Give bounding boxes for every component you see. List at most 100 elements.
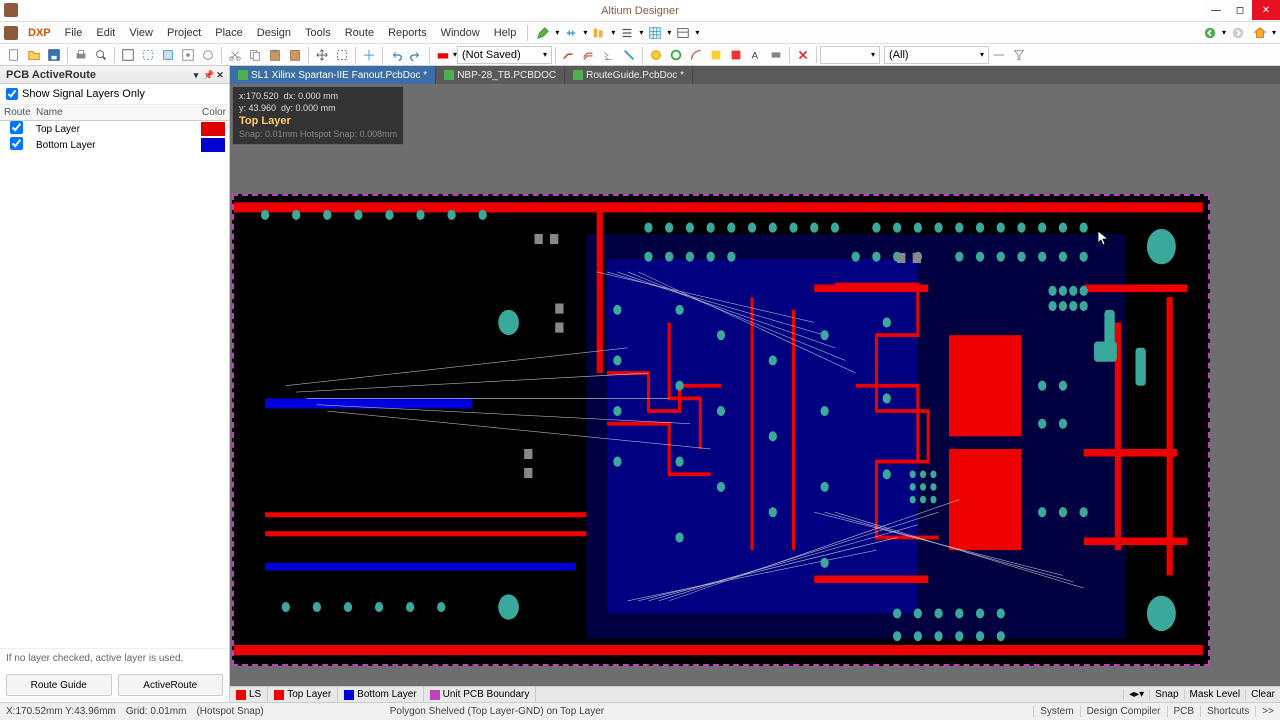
save-icon[interactable] <box>45 46 63 64</box>
layer-tab-boundary[interactable]: Unit PCB Boundary <box>424 687 537 703</box>
filter-apply-icon[interactable] <box>990 46 1008 64</box>
layer-bottom-checkbox[interactable] <box>10 137 23 150</box>
panel-pin-icon[interactable]: 📌 <box>203 70 213 80</box>
nav-back-icon[interactable] <box>1201 24 1219 42</box>
menu-reports[interactable]: Reports <box>382 25 433 41</box>
tab-nbp[interactable]: NBP-28_TB.PCBDOC <box>436 66 565 84</box>
maximize-button[interactable]: ◻ <box>1228 0 1252 20</box>
string-icon[interactable]: A <box>747 46 765 64</box>
panel-close-icon[interactable]: ✕ <box>215 70 225 80</box>
close-button[interactable]: ✕ <box>1252 0 1280 20</box>
menu-project[interactable]: Project <box>161 25 207 41</box>
separator <box>816 47 817 63</box>
open-icon[interactable] <box>25 46 43 64</box>
tool-connector-icon[interactable] <box>562 24 580 42</box>
tool-b-icon[interactable] <box>199 46 217 64</box>
filter-clear-icon[interactable] <box>1010 46 1028 64</box>
panel-title: PCB ActiveRoute <box>6 69 96 81</box>
tool-pencil-icon[interactable] <box>534 24 552 42</box>
paste-icon[interactable] <box>266 46 284 64</box>
route-diff-icon[interactable] <box>580 46 598 64</box>
layer-top-name: Top Layer <box>32 124 201 135</box>
route-multi-icon[interactable] <box>600 46 618 64</box>
poly-icon[interactable] <box>727 46 745 64</box>
panel-system-button[interactable]: System <box>1033 706 1079 717</box>
zoom-area-icon[interactable] <box>139 46 157 64</box>
status-grid: Grid: 0.01mm <box>126 706 187 717</box>
tool-a-icon[interactable] <box>179 46 197 64</box>
move-icon[interactable] <box>313 46 331 64</box>
layer-row-top[interactable]: Top Layer <box>0 121 229 137</box>
undo-icon[interactable] <box>387 46 405 64</box>
pcb-doc-icon <box>573 70 583 80</box>
layer-sel-icon[interactable] <box>434 46 452 64</box>
select-icon[interactable] <box>333 46 351 64</box>
menu-edit[interactable]: Edit <box>90 25 121 41</box>
layer-stack-button[interactable]: LS <box>230 687 268 703</box>
arc-icon[interactable] <box>687 46 705 64</box>
layer-tab-top[interactable]: Top Layer <box>268 687 338 703</box>
route-track-icon[interactable] <box>560 46 578 64</box>
paste-special-icon[interactable] <box>286 46 304 64</box>
pad-icon[interactable] <box>647 46 665 64</box>
menu-design[interactable]: Design <box>251 25 297 41</box>
new-icon[interactable] <box>5 46 23 64</box>
panel-compiler-button[interactable]: Design Compiler <box>1080 706 1167 717</box>
menu-place[interactable]: Place <box>209 25 249 41</box>
clear-button[interactable]: Clear <box>1245 689 1280 700</box>
minimize-button[interactable]: — <box>1204 0 1228 20</box>
snapshot-combo[interactable]: (Not Saved)▾ <box>457 46 552 64</box>
mask-level-button[interactable]: Mask Level <box>1184 689 1246 700</box>
nav-home-icon[interactable] <box>1251 24 1269 42</box>
menu-help[interactable]: Help <box>488 25 523 41</box>
menu-route[interactable]: Route <box>339 25 380 41</box>
layer-row-bottom[interactable]: Bottom Layer <box>0 137 229 153</box>
preview-icon[interactable] <box>92 46 110 64</box>
pcb-canvas[interactable] <box>232 194 1210 666</box>
layer-nav-icons[interactable]: ◂▸▾ <box>1123 689 1149 700</box>
via-icon[interactable] <box>667 46 685 64</box>
copy-icon[interactable] <box>246 46 264 64</box>
menu-window[interactable]: Window <box>435 25 486 41</box>
route-s-icon[interactable] <box>620 46 638 64</box>
print-icon[interactable] <box>72 46 90 64</box>
cross-icon[interactable] <box>360 46 378 64</box>
panel-more-button[interactable]: >> <box>1255 706 1280 717</box>
delete-icon[interactable] <box>794 46 812 64</box>
show-signal-option[interactable]: Show Signal Layers Only <box>0 84 229 105</box>
hud-x: x:170.520 <box>239 91 279 101</box>
cut-icon[interactable] <box>226 46 244 64</box>
tab-sl1[interactable]: SL1 Xilinx Spartan-IIE Fanout.PcbDoc * <box>230 66 436 84</box>
panel-shortcuts-button[interactable]: Shortcuts <box>1200 706 1255 717</box>
panel-pcb-button[interactable]: PCB <box>1167 706 1201 717</box>
tab-label: SL1 Xilinx Spartan-IIE Fanout.PcbDoc * <box>251 70 427 81</box>
layer-bottom-swatch <box>201 138 225 152</box>
filter-combo[interactable]: (All)▾ <box>884 46 989 64</box>
tool-table-icon[interactable] <box>674 24 692 42</box>
window-controls: — ◻ ✕ <box>1204 0 1280 20</box>
tab-routeguide[interactable]: RouteGuide.PcbDoc * <box>565 66 693 84</box>
menu-dxp[interactable]: DXP <box>22 25 57 41</box>
menu-view[interactable]: View <box>123 25 159 41</box>
activeroute-button[interactable]: ActiveRoute <box>118 674 224 696</box>
panel-dropdown-icon[interactable]: ▾ <box>191 70 201 80</box>
fill-icon[interactable] <box>707 46 725 64</box>
menu-file[interactable]: File <box>59 25 89 41</box>
tool-align-icon[interactable] <box>590 24 608 42</box>
route-guide-button[interactable]: Route Guide <box>6 674 112 696</box>
comp-icon[interactable] <box>767 46 785 64</box>
redo-icon[interactable] <box>407 46 425 64</box>
layer-tab-bottom[interactable]: Bottom Layer <box>338 687 423 703</box>
tool-grid-icon[interactable] <box>646 24 664 42</box>
layer-top-checkbox[interactable] <box>10 121 23 134</box>
tool-list-icon[interactable] <box>618 24 636 42</box>
separator <box>221 47 222 63</box>
zoom-sel-icon[interactable] <box>159 46 177 64</box>
menu-tools[interactable]: Tools <box>299 25 337 41</box>
snap-button[interactable]: Snap <box>1149 689 1183 700</box>
show-signal-checkbox[interactable] <box>6 88 18 100</box>
nav-fwd-icon[interactable] <box>1229 24 1247 42</box>
net-combo[interactable]: ▾ <box>820 46 880 64</box>
mouse-cursor-icon <box>1098 231 1110 247</box>
zoom-fit-icon[interactable] <box>119 46 137 64</box>
